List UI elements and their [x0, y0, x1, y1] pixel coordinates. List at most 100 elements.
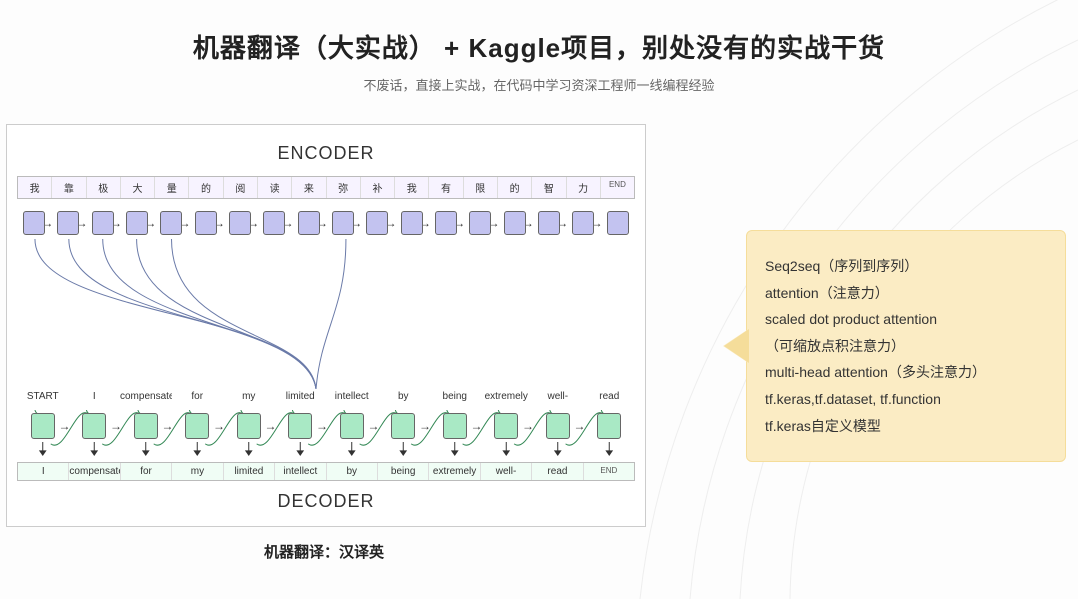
- decoder-unit: →: [120, 410, 172, 442]
- decoder-box-icon: [82, 413, 106, 439]
- right-arrow-icon: →: [110, 419, 122, 433]
- decoder-output-arrows: [17, 442, 635, 456]
- encoder-token: 补: [361, 177, 395, 198]
- encoder-box-icon: [57, 211, 79, 235]
- encoder-token: 读: [258, 177, 292, 198]
- encoder-label: ENCODER: [17, 143, 635, 164]
- encoder-token: 的: [498, 177, 532, 198]
- decoder-box-icon: [340, 413, 364, 439]
- decoder-box-icon: [134, 413, 158, 439]
- encoder-token: 我: [395, 177, 429, 198]
- encoder-box-icon: [332, 211, 354, 235]
- decoder-output-token: compensate: [69, 463, 120, 480]
- decoder-input-labels: STARTIcompensateformylimitedintellectbyb…: [17, 391, 635, 402]
- decoder-box-icon: [597, 413, 621, 439]
- decoder-input-token: my: [223, 391, 275, 402]
- encoder-token: 量: [155, 177, 189, 198]
- decoder-box-icon: [443, 413, 467, 439]
- right-arrow-icon: →: [213, 419, 225, 433]
- encoder-box-icon: [298, 211, 320, 235]
- decoder-output-token: well-: [481, 463, 532, 480]
- encoder-token: END: [601, 177, 634, 198]
- encoder-unit: →: [326, 207, 360, 239]
- page-subtitle: 不废话，直接上实战，在代码中学习资深工程师一线编程经验: [0, 75, 1078, 94]
- encoder-unit: →: [292, 207, 326, 239]
- attention-curves: [17, 239, 635, 389]
- right-arrow-icon: →: [368, 419, 380, 433]
- decoder-output-token: limited: [224, 463, 275, 480]
- right-arrow-icon: →: [522, 419, 534, 433]
- encoder-token: 靠: [52, 177, 86, 198]
- encoder-token: 大: [121, 177, 155, 198]
- encoder-unit: →: [395, 207, 429, 239]
- encoder-unit: →: [429, 207, 463, 239]
- encoder-token: 弥: [327, 177, 361, 198]
- encoder-box-icon: [126, 211, 148, 235]
- encoder-unit: →: [257, 207, 291, 239]
- encoder-box-icon: [195, 211, 217, 235]
- right-arrow-icon: →: [265, 419, 277, 433]
- encoder-token: 极: [87, 177, 121, 198]
- encoder-token: 力: [567, 177, 601, 198]
- encoder-box-icon: [92, 211, 114, 235]
- decoder-input-token: being: [429, 391, 481, 402]
- page-title: 机器翻译（大实战） + Kaggle项目，别处没有的实战干货: [0, 28, 1078, 65]
- decoder-box-icon: [391, 413, 415, 439]
- encoder-box-icon: [538, 211, 560, 235]
- seq2seq-diagram: ENCODER 我靠极大量的阅读来弥补我有限的智力END →→→→→→→→→→→…: [6, 124, 646, 527]
- encoder-token: 限: [464, 177, 498, 198]
- right-arrow-icon: →: [59, 419, 71, 433]
- decoder-unit: →: [275, 410, 327, 442]
- encoder-box-icon: [229, 211, 251, 235]
- right-arrow-icon: →: [574, 419, 586, 433]
- encoder-unit: →: [601, 207, 635, 239]
- encoder-box-icon: [435, 211, 457, 235]
- decoder-output-token: I: [18, 463, 69, 480]
- decoder-unit: →: [481, 410, 533, 442]
- encoder-unit: →: [17, 207, 51, 239]
- right-arrow-icon: →: [419, 419, 431, 433]
- encoder-box-icon: [160, 211, 182, 235]
- decoder-output-token: extremely: [429, 463, 480, 480]
- decoder-box-icon: [546, 413, 570, 439]
- encoder-token-strip: 我靠极大量的阅读来弥补我有限的智力END: [17, 176, 635, 199]
- encoder-unit: →: [463, 207, 497, 239]
- decoder-box-icon: [288, 413, 312, 439]
- decoder-input-token: well-: [532, 391, 584, 402]
- decoder-box-icon: [185, 413, 209, 439]
- encoder-unit: →: [154, 207, 188, 239]
- decoder-output-token: by: [327, 463, 378, 480]
- decoder-input-token: limited: [275, 391, 327, 402]
- encoder-box-icon: [263, 211, 285, 235]
- encoder-token: 来: [292, 177, 326, 198]
- decoder-unit: →: [17, 410, 69, 442]
- decoder-box-icon: [31, 413, 55, 439]
- encoder-unit: →: [189, 207, 223, 239]
- decoder-input-token: by: [378, 391, 430, 402]
- decoder-input-token: for: [172, 391, 224, 402]
- right-arrow-icon: →: [162, 419, 174, 433]
- decoder-box-icon: [494, 413, 518, 439]
- right-arrow-icon: →: [316, 419, 328, 433]
- decoder-input-token: intellect: [326, 391, 378, 402]
- decoder-units-row: →→→→→→→→→→→→: [17, 410, 635, 442]
- decoder-output-token: END: [584, 463, 634, 480]
- encoder-box-icon: [469, 211, 491, 235]
- encoder-unit: →: [498, 207, 532, 239]
- decoder-unit: →: [532, 410, 584, 442]
- encoder-unit: →: [120, 207, 154, 239]
- decoder-output-token: being: [378, 463, 429, 480]
- encoder-box-icon: [572, 211, 594, 235]
- decoder-input-token: extremely: [481, 391, 533, 402]
- decoder-unit: →: [378, 410, 430, 442]
- encoder-box-icon: [504, 211, 526, 235]
- decoder-unit: →: [429, 410, 481, 442]
- diagram-caption: 机器翻译：汉译英: [4, 541, 644, 562]
- encoder-token: 我: [18, 177, 52, 198]
- encoder-unit: →: [51, 207, 85, 239]
- decoder-output-token: for: [121, 463, 172, 480]
- decoder-input-token: START: [17, 391, 69, 402]
- decoder-unit: →: [223, 410, 275, 442]
- encoder-token: 阅: [224, 177, 258, 198]
- decoder-output-token: my: [172, 463, 223, 480]
